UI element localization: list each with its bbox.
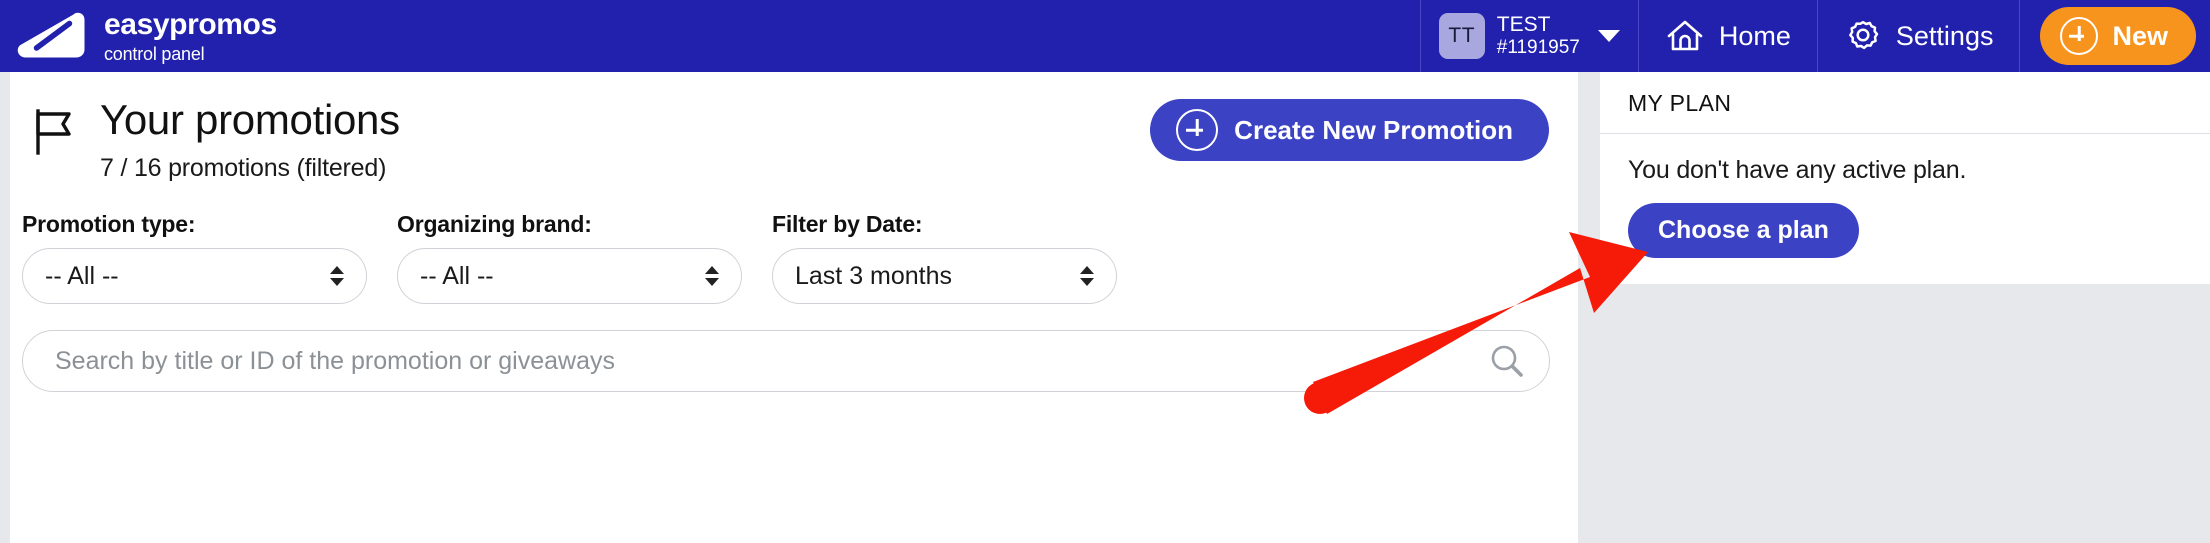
my-plan-card-body: You don't have any active plan. Choose a… [1600, 134, 2210, 284]
brand-area[interactable]: easypromos control panel [0, 0, 277, 72]
promotion-type-select[interactable]: -- All -- [22, 248, 367, 305]
filter-by-date-select[interactable]: Last 3 months [772, 248, 1117, 305]
promotion-type-value: -- All -- [45, 261, 119, 290]
nav-link-settings-label: Settings [1895, 20, 1994, 51]
new-button-label: New [2112, 20, 2168, 51]
page-title: Your promotions [100, 96, 400, 143]
filter-organizing-brand: Organizing brand: -- All -- [397, 211, 742, 305]
brand-name: easypromos [104, 7, 277, 41]
page-header: Your promotions 7 / 16 promotions (filte… [10, 72, 1578, 183]
nav-link-settings[interactable]: Settings [1816, 0, 2020, 72]
my-plan-card-header: MY PLAN [1600, 72, 2210, 134]
search-box[interactable] [22, 330, 1550, 393]
home-icon [1665, 17, 1705, 55]
account-id: #1191957 [1496, 37, 1580, 59]
page-title-block: Your promotions 7 / 16 promotions (filte… [100, 96, 400, 183]
navbar-spacer [277, 0, 1420, 72]
new-button[interactable]: New [2040, 7, 2196, 65]
search-input[interactable] [23, 331, 1549, 392]
plus-circle-icon [2060, 17, 2099, 55]
filter-promotion-type: Promotion type: -- All -- [22, 211, 367, 305]
filter-by-date-value: Last 3 months [795, 261, 953, 290]
select-stepper-icon [705, 266, 719, 287]
filter-promotion-type-label: Promotion type: [22, 211, 196, 238]
plus-circle-icon [1176, 109, 1219, 151]
brand-subtitle: control panel [104, 43, 205, 64]
account-name: TEST [1496, 13, 1551, 36]
create-new-promotion-button[interactable]: Create New Promotion [1150, 99, 1549, 161]
chevron-down-icon[interactable] [1597, 30, 1620, 42]
avatar: TT [1438, 13, 1485, 59]
select-stepper-icon [330, 266, 344, 287]
nav-link-home-label: Home [1718, 20, 1791, 51]
brand-text: easypromos control panel [104, 7, 277, 64]
top-navbar: easypromos control panel TT TEST #119195… [0, 0, 2210, 72]
my-plan-card: MY PLAN You don't have any active plan. … [1600, 72, 2210, 284]
create-new-promotion-label: Create New Promotion [1234, 114, 1513, 145]
organizing-brand-select[interactable]: -- All -- [397, 248, 742, 305]
organizing-brand-value: -- All -- [420, 261, 494, 290]
new-button-wrap: New [2019, 0, 2210, 72]
search-button[interactable] [1487, 341, 1527, 381]
search-row [10, 304, 1578, 393]
filters-row: Promotion type: -- All -- Organizing bra… [10, 183, 1578, 305]
account-info: TEST #1191957 [1496, 13, 1580, 59]
account-menu[interactable]: TT TEST #1191957 [1419, 0, 1638, 72]
no-active-plan-message: You don't have any active plan. [1628, 156, 1967, 184]
easypromos-triangle-logo-icon [14, 8, 88, 64]
filter-organizing-brand-label: Organizing brand: [397, 211, 592, 238]
app-screen: easypromos control panel TT TEST #119195… [0, 0, 2210, 543]
gear-icon [1844, 17, 1882, 55]
filter-by-date: Filter by Date: Last 3 months [772, 211, 1117, 305]
flag-icon [32, 108, 76, 161]
right-sidebar: MY PLAN You don't have any active plan. … [1600, 72, 2210, 543]
my-plan-title: MY PLAN [1628, 90, 1732, 116]
search-icon [1487, 345, 1527, 384]
choose-a-plan-button[interactable]: Choose a plan [1628, 203, 1859, 258]
nav-link-home[interactable]: Home [1637, 0, 1817, 72]
filter-by-date-label: Filter by Date: [772, 211, 923, 238]
select-stepper-icon [1080, 266, 1094, 287]
main-content-panel: Your promotions 7 / 16 promotions (filte… [0, 72, 1578, 543]
promotions-count: 7 / 16 promotions (filtered) [100, 154, 387, 183]
